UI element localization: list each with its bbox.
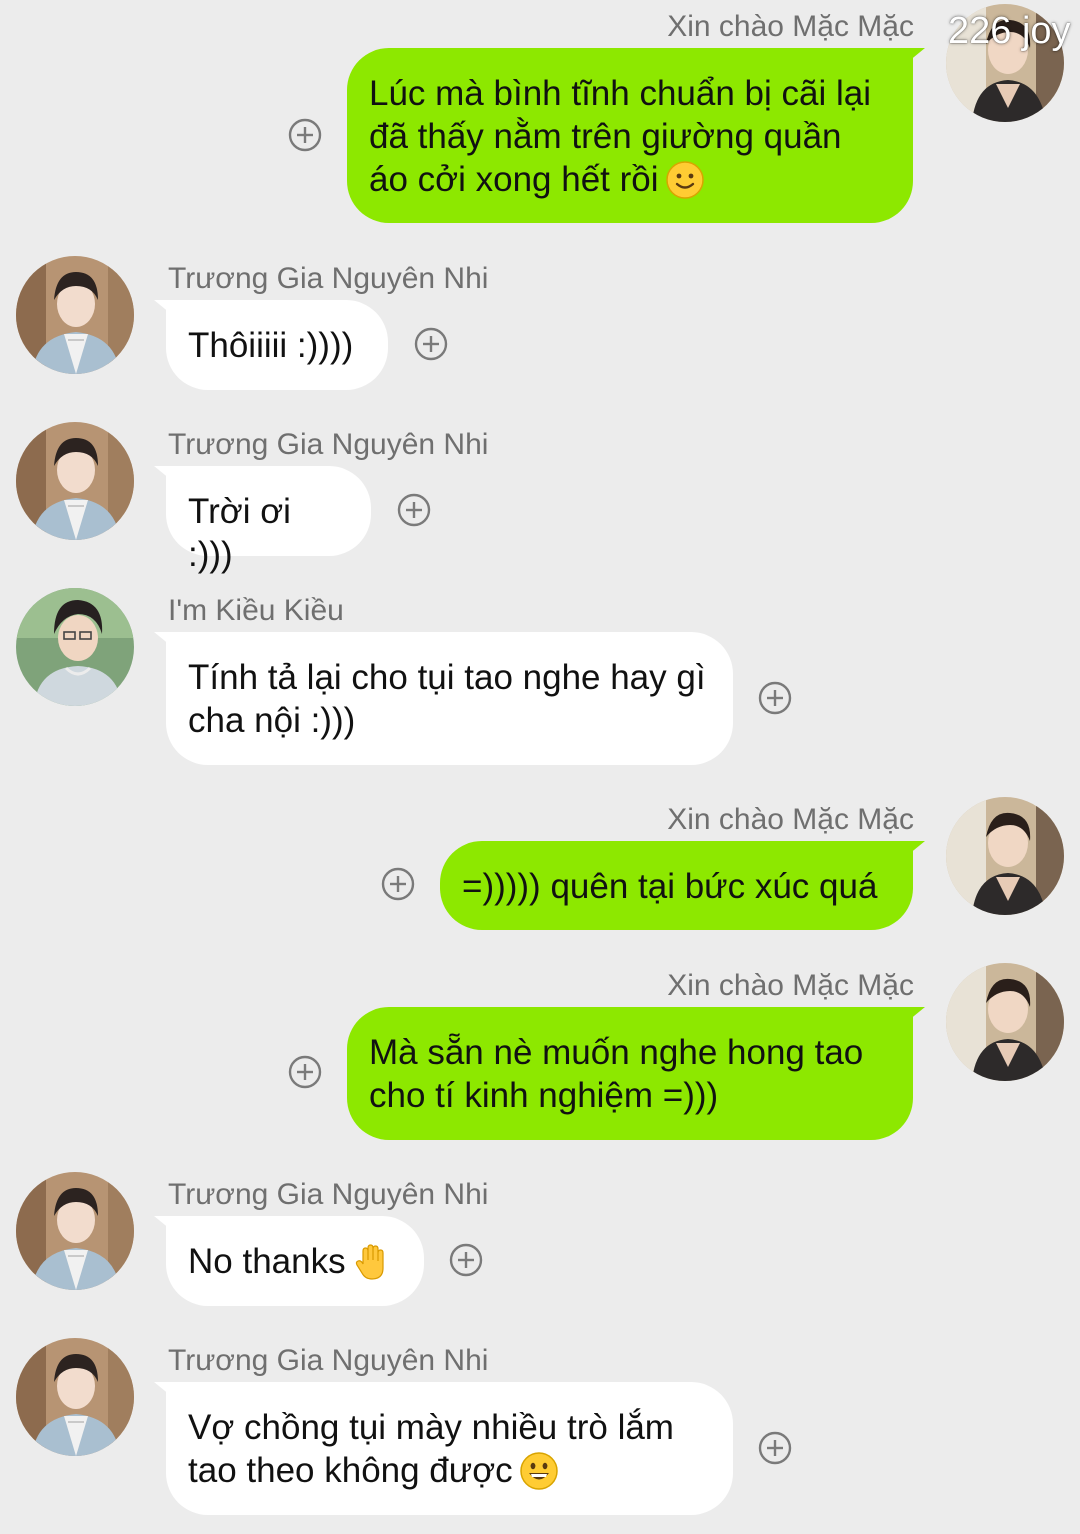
avatar-nguyen-nhi-icon — [16, 1172, 134, 1290]
message-text: Lúc mà bình tĩnh chuẩn bị cãi lại đã thấ… — [369, 74, 871, 199]
sender-name: I'm Kiều Kiều — [168, 594, 344, 627]
plus-circle-icon[interactable] — [758, 1431, 792, 1465]
sender-name: Xin chào Mặc Mặc — [667, 969, 914, 1002]
message-bubble[interactable]: Mà sẵn nè muốn nghe hong tao cho tí kinh… — [347, 1007, 925, 1140]
message-bubble[interactable]: =))))) quên tại bức xúc quá — [440, 841, 925, 930]
message-bubble[interactable]: Lúc mà bình tĩnh chuẩn bị cãi lại đã thấ… — [347, 48, 925, 223]
message-bubble[interactable]: No thanks — [154, 1216, 424, 1306]
message-text: Thôiiiii :)))) — [188, 326, 354, 365]
avatar[interactable] — [16, 588, 134, 706]
message-text: Vợ chồng tụi mày nhiều trò lắm tao theo … — [188, 1408, 674, 1490]
sender-name: Xin chào Mặc Mặc — [667, 10, 914, 43]
raised-hand-icon — [352, 1242, 392, 1282]
avatar-nguyen-nhi-icon — [16, 422, 134, 540]
message-text: =))))) quên tại bức xúc quá — [462, 867, 878, 906]
plus-circle-icon[interactable] — [449, 1243, 483, 1277]
slightly-smiling-face-icon — [665, 160, 705, 200]
avatar-kieu-kieu-icon — [16, 588, 134, 706]
sender-name: Xin chào Mặc Mặc — [667, 803, 914, 836]
avatar-nguyen-nhi-icon — [16, 256, 134, 374]
avatar-mac-mac-icon — [946, 963, 1064, 1081]
message-text: No thanks — [188, 1242, 346, 1281]
plus-circle-icon[interactable] — [758, 681, 792, 715]
plus-circle-icon[interactable] — [288, 1055, 322, 1089]
sender-name: Trương Gia Nguyên Nhi — [168, 262, 489, 295]
avatar[interactable] — [16, 1338, 134, 1456]
message-bubble[interactable]: Trời ơi :))) — [154, 466, 371, 574]
avatar[interactable] — [16, 422, 134, 540]
grinning-face-icon — [519, 1451, 559, 1491]
avatar-mac-mac-icon — [946, 797, 1064, 915]
plus-circle-icon[interactable] — [381, 867, 415, 901]
plus-circle-icon[interactable] — [288, 118, 322, 152]
message-text: Mà sẵn nè muốn nghe hong tao cho tí kinh… — [369, 1033, 864, 1115]
avatar[interactable] — [16, 1172, 134, 1290]
plus-circle-icon[interactable] — [397, 493, 431, 527]
message-text: Tính tả lại cho tụi tao nghe hay gì cha … — [188, 658, 706, 740]
sender-name: Trương Gia Nguyên Nhi — [168, 1178, 489, 1211]
avatar[interactable] — [946, 797, 1064, 915]
avatar-nguyen-nhi-icon — [16, 1338, 134, 1456]
message-bubble[interactable]: Tính tả lại cho tụi tao nghe hay gì cha … — [154, 632, 733, 765]
avatar[interactable] — [16, 256, 134, 374]
message-text: Trời ơi :))) — [188, 492, 291, 574]
sender-name: Trương Gia Nguyên Nhi — [168, 428, 489, 461]
message-bubble[interactable]: Thôiiiii :)))) — [154, 300, 388, 390]
message-bubble[interactable]: Vợ chồng tụi mày nhiều trò lắm tao theo … — [154, 1382, 733, 1515]
plus-circle-icon[interactable] — [414, 327, 448, 361]
watermark-text: 226 joy — [948, 10, 1071, 52]
avatar[interactable] — [946, 963, 1064, 1081]
sender-name: Trương Gia Nguyên Nhi — [168, 1344, 489, 1377]
